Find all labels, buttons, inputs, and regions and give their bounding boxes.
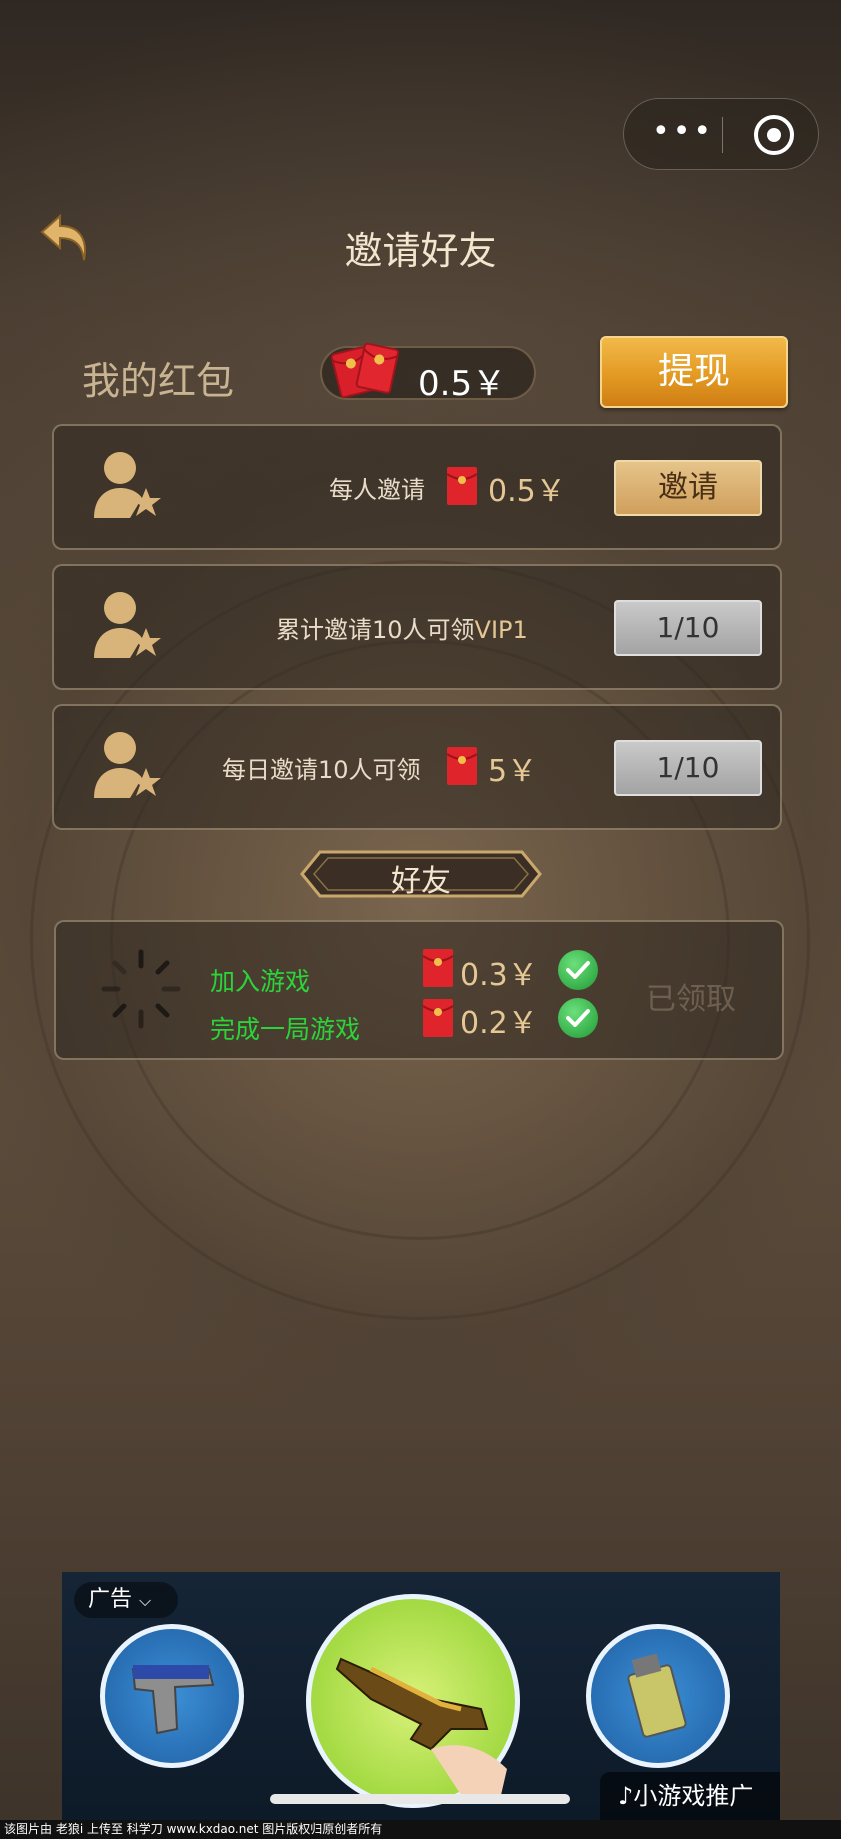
user-star-icon xyxy=(90,586,164,666)
progress-button[interactable]: 1/10 xyxy=(614,600,762,656)
daily-invite-card: 每日邀请10人可领 5￥ 1/10 xyxy=(52,704,782,830)
card-text: 每日邀请10人可领 xyxy=(222,756,421,784)
red-envelope-icon xyxy=(422,948,454,988)
task-amount: 0.3￥ xyxy=(460,958,538,993)
watermark-footer: 该图片由 老狼i 上传至 科学刀 www.kxdao.net 图片版权归原创者所… xyxy=(0,1820,841,1839)
grenade-item[interactable] xyxy=(586,1624,730,1768)
more-icon[interactable]: ••• xyxy=(652,117,712,149)
loading-spinner-icon xyxy=(96,944,186,1034)
miniprogram-capsule: ••• xyxy=(623,98,819,170)
capsule-divider xyxy=(722,117,723,153)
home-indicator xyxy=(270,1794,570,1804)
red-envelope-icon xyxy=(446,746,478,786)
friend-item: 加入游戏 0.3￥ 完成一局游戏 0.2￥ 已领取 xyxy=(54,920,784,1060)
check-icon xyxy=(558,998,598,1038)
ad-banner[interactable]: 广告 ⌵ ♪小游戏推广 xyxy=(62,1572,780,1820)
rifle-item[interactable] xyxy=(306,1594,520,1808)
progress-button[interactable]: 1/10 xyxy=(614,740,762,796)
card-text-main: 累计邀请10人可领 xyxy=(276,616,475,644)
task-label: 加入游戏 xyxy=(210,967,311,996)
cumulative-invite-card: 累计邀请10人可领VIP1 1/10 xyxy=(52,564,782,690)
red-envelope-icon xyxy=(422,998,454,1038)
task-label: 完成一局游戏 xyxy=(210,1015,361,1044)
card-text: 每人邀请 xyxy=(329,476,425,504)
wallet-label: 我的红包 xyxy=(82,359,235,403)
page-title: 邀请好友 xyxy=(344,229,497,273)
close-target-icon[interactable] xyxy=(754,115,794,155)
card-amount: 0.5￥ xyxy=(488,474,566,509)
user-star-icon xyxy=(90,446,164,526)
music-note-icon: ♪ xyxy=(618,1782,634,1810)
invite-button[interactable]: 邀请 xyxy=(614,460,762,516)
red-envelope-icon xyxy=(446,466,478,506)
pistol-item[interactable] xyxy=(100,1624,244,1768)
friends-title: 好友 xyxy=(391,864,451,899)
withdraw-button[interactable]: 提现 xyxy=(600,336,788,408)
ad-tag-label: 广告 xyxy=(88,1587,133,1612)
card-amount: 5￥ xyxy=(488,754,538,789)
promo-label: 小游戏推广 xyxy=(633,1782,754,1810)
ad-tag[interactable]: 广告 ⌵ xyxy=(74,1582,178,1618)
claimed-status: 已领取 xyxy=(646,982,736,1017)
vip-label: VIP1 xyxy=(474,616,528,644)
task-amount: 0.2￥ xyxy=(460,1006,538,1041)
wallet-amount: 0.5￥ xyxy=(418,364,507,404)
mini-game-promo[interactable]: ♪小游戏推广 xyxy=(600,1772,780,1820)
invite-reward-card: 每人邀请 0.5￥ 邀请 xyxy=(52,424,782,550)
chevron-down-icon: ⌵ xyxy=(139,1591,152,1610)
user-star-icon xyxy=(90,726,164,806)
card-text: 累计邀请10人可领VIP1 xyxy=(276,610,528,645)
check-icon xyxy=(558,950,598,990)
red-envelope-icon xyxy=(330,336,400,402)
